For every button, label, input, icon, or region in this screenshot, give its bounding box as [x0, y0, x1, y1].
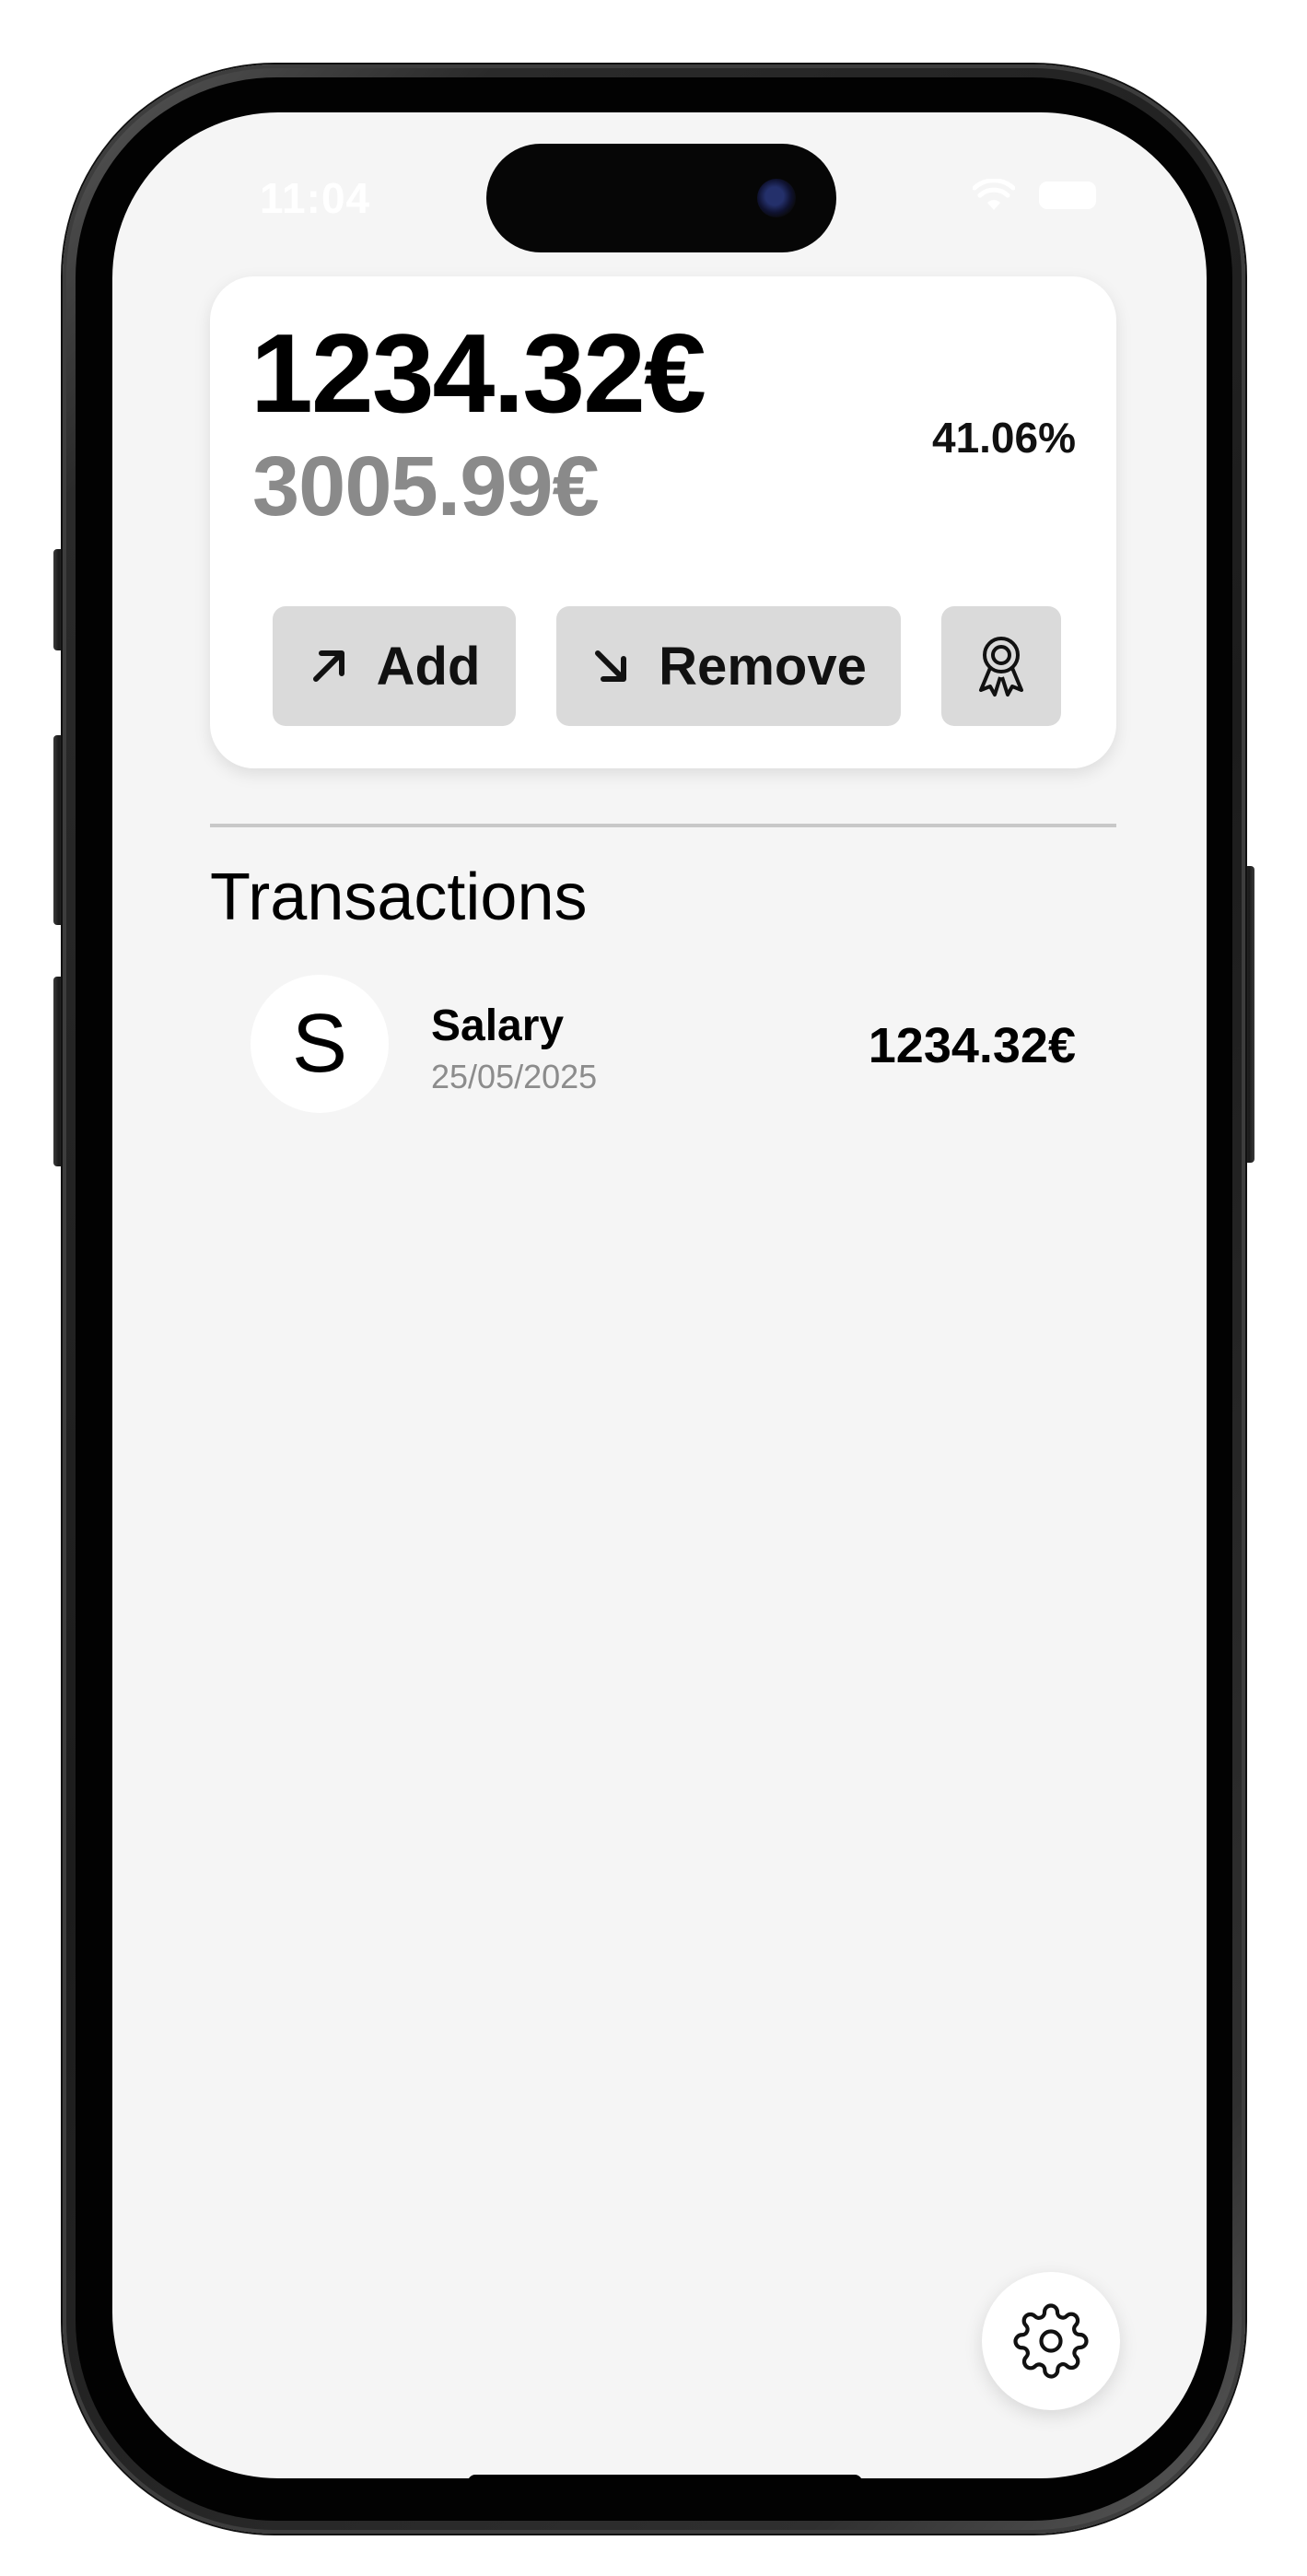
app-screen: 11:04 1234.32€ 3005.99€ 41.06% Add Remov… [112, 112, 1207, 2478]
transaction-avatar: S [251, 975, 389, 1113]
status-time: 11:04 [260, 174, 371, 222]
gear-icon [1013, 2303, 1089, 2379]
add-button-label: Add [376, 636, 481, 697]
transaction-amount: 1234.32€ [868, 1018, 1076, 1073]
remove-button-label: Remove [659, 636, 867, 697]
wifi-icon [973, 179, 1015, 210]
arrow-down-right-icon [595, 650, 627, 682]
settings-button[interactable] [982, 2272, 1120, 2410]
remove-button[interactable]: Remove [556, 606, 901, 726]
transaction-date: 25/05/2025 [431, 1058, 598, 1095]
battery-icon [1039, 181, 1096, 209]
arrow-up-right-icon [312, 650, 344, 682]
transactions-title: Transactions [210, 861, 588, 934]
goal-amount: 3005.99€ [252, 439, 600, 533]
award-ribbon-icon [979, 637, 1023, 697]
progress-percent: 41.06% [931, 414, 1076, 462]
transaction-row[interactable]: S Salary 25/05/2025 1234.32€ [251, 975, 1076, 1113]
front-camera [757, 179, 796, 217]
transaction-name: Salary [431, 1001, 565, 1050]
dynamic-island [486, 144, 836, 252]
section-divider [210, 824, 1116, 827]
status-icons [973, 179, 1096, 212]
award-button[interactable] [941, 606, 1061, 726]
device-page: 11:04 1234.32€ 3005.99€ 41.06% Add Remov… [0, 0, 1307, 2576]
balance-card: 1234.32€ 3005.99€ 41.06% Add Remove [210, 276, 1116, 768]
home-indicator[interactable] [468, 2475, 862, 2478]
add-button[interactable]: Add [273, 606, 516, 726]
current-balance: 1234.32€ [251, 310, 706, 436]
